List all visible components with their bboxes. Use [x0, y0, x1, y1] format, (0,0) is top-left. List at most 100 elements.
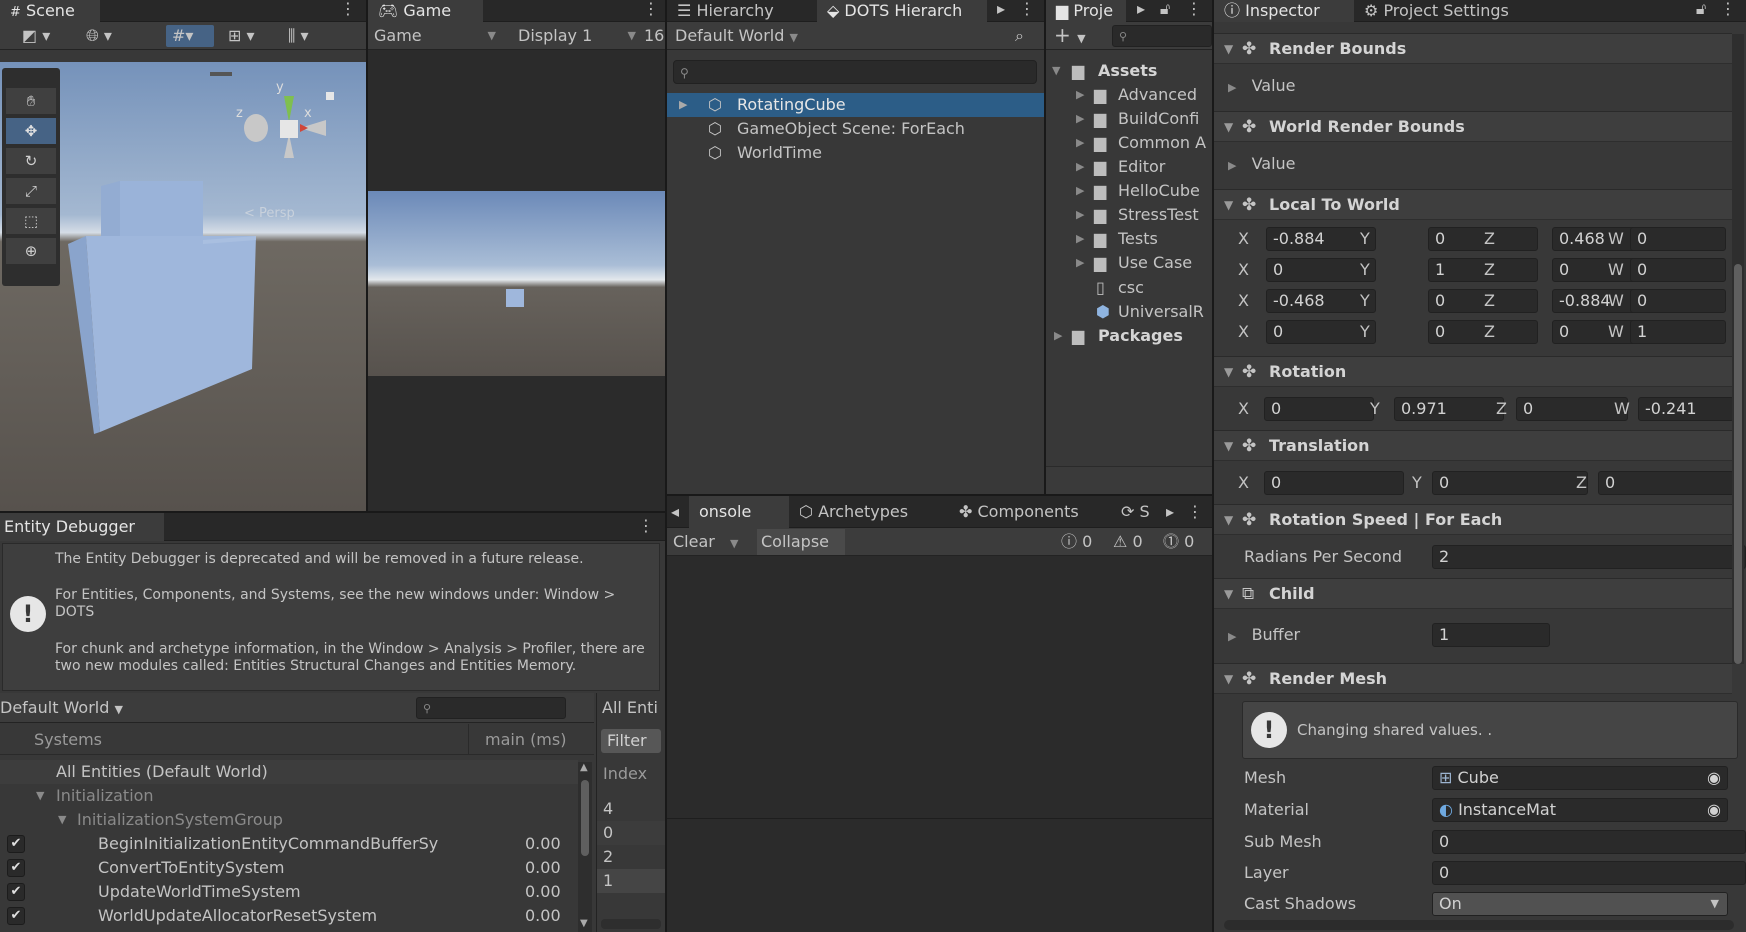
lock-icon[interactable]: 🔓︎ [1158, 0, 1172, 22]
move-tool-icon[interactable]: ✥ [6, 118, 56, 144]
project-folder[interactable]: ▶ ▆ StressTest [1046, 203, 1212, 227]
tab-scroll-right-icon[interactable]: ▸ [1163, 496, 1177, 521]
rotation-field[interactable]: -0.241 [1638, 397, 1734, 421]
systems-vscrollbar[interactable]: ▲ ▼ [578, 762, 592, 932]
systems-search-input[interactable]: ⚲ [416, 697, 566, 719]
group-row[interactable]: ▼ Initialization [0, 784, 578, 808]
tab-scroll-right-icon[interactable]: ▸ [1134, 0, 1148, 22]
expand-arrow-icon[interactable]: ▶ [1076, 227, 1084, 251]
log-count-button[interactable]: ⓘ 0 [1061, 531, 1107, 553]
project-menu-icon[interactable]: ⋮ [1186, 0, 1202, 22]
world-render-bounds-header[interactable]: ▼ ✤ World Render Bounds [1214, 111, 1732, 142]
project-folder[interactable]: ▶ ▆ Editor [1046, 155, 1212, 179]
system-row[interactable]: ✔ UpdateWorldTimeSystem 0.00 [0, 880, 578, 904]
incremental-snap-icon[interactable]: ⊞ ▾ [228, 25, 280, 47]
create-button[interactable]: + ▼ [1054, 25, 1094, 47]
hierarchy-menu-icon[interactable]: ⋮ [1019, 0, 1035, 22]
tab-hierarchy[interactable]: ☰ Hierarchy [667, 0, 817, 22]
project-search-input[interactable]: ⚲ [1112, 25, 1212, 47]
scene-menu-icon[interactable]: ⋮ [340, 0, 356, 22]
project-file[interactable]: ▯ csc [1046, 276, 1212, 300]
inspector-menu-icon[interactable]: ⋮ [1720, 0, 1736, 22]
clear-button[interactable]: Clear ▼ [673, 531, 757, 553]
tab-project[interactable]: ▆ Proje [1046, 0, 1126, 22]
lock-icon[interactable]: 🔓︎ [1694, 0, 1708, 22]
tab-dots-hierarchy[interactable]: ⬙ DOTS Hierarch [817, 0, 987, 22]
project-folder[interactable]: ▶ ▆ Use Case [1046, 251, 1212, 275]
error-count-button[interactable]: ⓵ 0 [1163, 531, 1209, 553]
inspector-scroll-thumb[interactable] [1734, 264, 1742, 664]
game-view[interactable] [368, 191, 665, 376]
collapse-arrow-icon[interactable]: ▼ [36, 784, 44, 808]
system-enabled-checkbox[interactable]: ✔ [7, 835, 25, 853]
search-icon[interactable]: ⌕ [1015, 25, 1035, 47]
game-view-select[interactable]: Game ▼ [374, 25, 500, 47]
hierarchy-item[interactable]: ⬡ WorldTime [667, 141, 1044, 165]
tab-scroll-right-icon[interactable]: ▸ [994, 0, 1008, 22]
child-header[interactable]: ▼ ⧉ Child [1214, 578, 1732, 609]
rect-tool-icon[interactable]: ⬚ [6, 208, 56, 234]
tab-scene[interactable]: # Scene [0, 0, 100, 22]
draw-mode-icon[interactable]: ◩ ▾ [22, 25, 74, 47]
expand-arrow-icon[interactable]: ▶ [1076, 179, 1084, 203]
scroll-up-icon[interactable]: ▲ [580, 762, 588, 773]
tab-archetypes[interactable]: ⬡ Archetypes [789, 496, 949, 528]
matrix-cell-field[interactable]: 0 [1630, 258, 1726, 282]
gizmos-icon[interactable]: ⫼ ▾ [288, 25, 340, 47]
rotation-header[interactable]: ▼ ✤ Rotation [1214, 356, 1732, 387]
rotation-field[interactable]: 0.971 [1394, 397, 1504, 421]
matrix-cell-field[interactable]: 0 [1428, 320, 1538, 344]
hierarchy-item[interactable]: ⬡ GameObject Scene: ForEach [667, 117, 1044, 141]
all-entities-row[interactable]: All Entities (Default World) [0, 760, 578, 784]
rotation-speed-header[interactable]: ▼ ✤ Rotation Speed | For Each [1214, 504, 1732, 535]
scale-tool-icon[interactable]: ⤢ [6, 178, 56, 204]
matrix-cell-field[interactable]: 0 [1428, 227, 1538, 251]
systems-column-header[interactable]: Systems [34, 729, 102, 751]
rotation-field[interactable]: 0 [1516, 397, 1628, 421]
expand-arrow-icon[interactable]: ▶ [1076, 107, 1084, 131]
render-bounds-value-row[interactable]: ▶ Value [1228, 75, 1296, 99]
warning-count-button[interactable]: ⚠ 0 [1113, 531, 1159, 553]
translation-field[interactable]: 0 [1598, 471, 1734, 495]
expand-arrow-icon[interactable]: ▶ [1076, 251, 1084, 275]
entity-index-row[interactable]: 0 [597, 821, 665, 845]
tab-components[interactable]: ✤ Components [949, 496, 1109, 528]
project-file[interactable]: ⬢ UniversalR [1046, 300, 1212, 324]
system-row[interactable]: ✔ ConvertToEntitySystem 0.00 [0, 856, 578, 880]
world-select[interactable]: Default World ▼ [675, 25, 821, 47]
system-enabled-checkbox[interactable]: ✔ [7, 907, 25, 925]
project-folder[interactable]: ▶ ▆ HelloCube [1046, 179, 1212, 203]
tab-inspector[interactable]: ⓘ Inspector [1214, 0, 1354, 22]
console-menu-icon[interactable]: ⋮ [1187, 496, 1203, 521]
buffer-row[interactable]: ▶ Buffer [1228, 624, 1300, 648]
buffer-size-field[interactable]: 1 [1432, 623, 1550, 647]
packages-folder[interactable]: ▶ ▆ Packages [1046, 324, 1212, 348]
system-row[interactable]: ✔ BeginInitializationEntityCommandBufferS… [0, 832, 578, 856]
transform-tool-icon[interactable]: ⊕ [6, 238, 56, 264]
system-enabled-checkbox[interactable]: ✔ [7, 859, 25, 877]
matrix-cell-field[interactable]: 0 [1428, 289, 1538, 313]
world-select[interactable]: Default World ▼ [0, 697, 140, 719]
material-object-field[interactable]: ◐ InstanceMat ◉ [1432, 798, 1728, 822]
entity-debugger-menu-icon[interactable]: ⋮ [638, 513, 654, 535]
collapse-button[interactable]: Collapse [757, 529, 845, 555]
console-log-area[interactable] [667, 556, 1212, 816]
submesh-field[interactable]: 0 [1432, 830, 1746, 854]
world-render-bounds-value-row[interactable]: ▶ Value [1228, 153, 1296, 177]
column-divider[interactable] [468, 724, 469, 755]
mesh-object-field[interactable]: ⊞ Cube ◉ [1432, 766, 1728, 790]
expand-arrow-icon[interactable]: ▶ [1054, 324, 1062, 348]
rotation-field[interactable]: 0 [1264, 397, 1374, 421]
expand-arrow-icon[interactable]: ▶ [1076, 131, 1084, 155]
system-enabled-checkbox[interactable]: ✔ [7, 883, 25, 901]
expand-arrow-icon[interactable]: ▶ [1076, 155, 1084, 179]
translation-header[interactable]: ▼ ✤ Translation [1214, 430, 1732, 461]
projection-toggle-icon[interactable] [326, 92, 334, 100]
radians-per-second-field[interactable]: 2 [1432, 545, 1746, 569]
scene-viewport[interactable]: ✋︎ ✥ ↻ ⤢ ⬚ ⊕ y x z < Persp [0, 62, 366, 511]
gizmo-drag-handle[interactable] [210, 72, 232, 76]
matrix-cell-field[interactable]: 0 [1630, 289, 1726, 313]
expand-arrow-icon[interactable]: ▶ [1076, 203, 1084, 227]
translation-field[interactable]: 0 [1432, 471, 1588, 495]
filter-button[interactable]: Filter [601, 729, 661, 753]
